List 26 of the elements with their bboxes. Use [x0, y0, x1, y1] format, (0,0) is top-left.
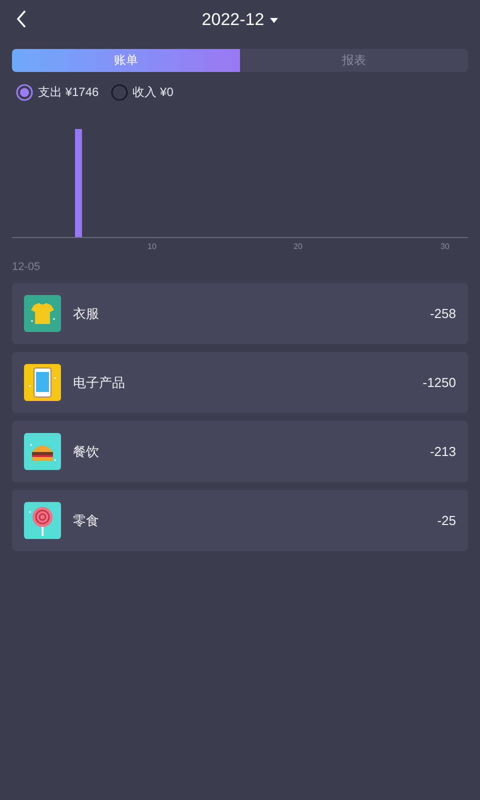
axis-label: 20 — [294, 242, 302, 251]
burger-icon — [24, 433, 61, 470]
caret-icon[interactable] — [270, 18, 278, 22]
phone-icon — [24, 364, 61, 401]
record-card[interactable]: 衣服 -258 — [12, 283, 468, 344]
amount: -25 — [437, 513, 456, 528]
amount: -213 — [430, 444, 456, 459]
radio-button[interactable] — [110, 84, 128, 101]
month-title[interactable]: 2022-12 — [202, 10, 264, 30]
filter-label[interactable]: 支出 ¥1746 — [38, 84, 99, 101]
amount: -258 — [430, 306, 456, 321]
record-card[interactable]: 零食 -25 — [12, 490, 468, 551]
axis-label: 30 — [440, 242, 450, 251]
record-card[interactable]: 餐饮 -213 — [12, 421, 468, 482]
date-label: 12-05 — [12, 261, 42, 275]
category-name: 零食 — [73, 512, 100, 530]
amount: -1250 — [422, 375, 456, 390]
axis-label: 10 — [148, 242, 156, 251]
filter-label[interactable]: 收入 ¥0 — [132, 84, 174, 101]
radio-button[interactable] — [16, 84, 33, 101]
category-name: 餐饮 — [73, 444, 100, 460]
record-card[interactable]: 电子产品 -1250 — [12, 352, 468, 413]
shirt-icon — [24, 295, 61, 332]
lollipop-icon — [24, 502, 61, 539]
category-name: 电子产品 — [73, 374, 126, 392]
category-name: 衣服 — [73, 306, 100, 322]
